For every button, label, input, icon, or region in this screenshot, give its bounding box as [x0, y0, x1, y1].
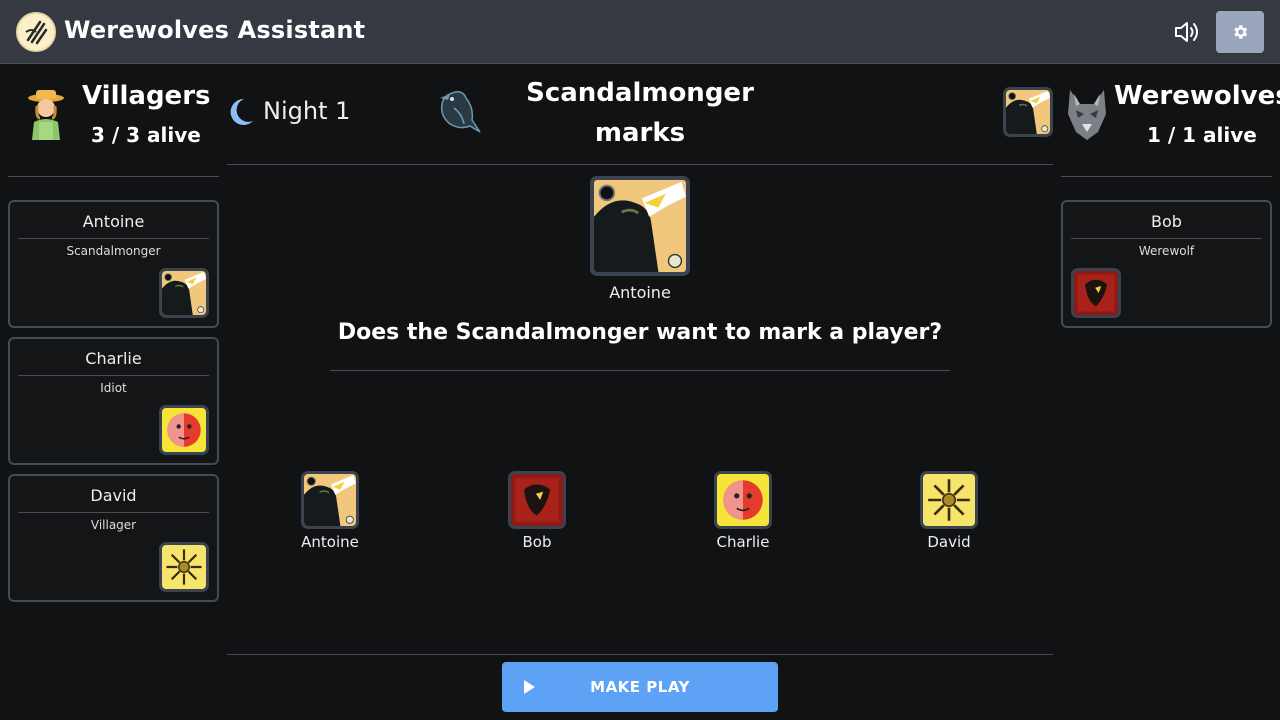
scandalmonger-card-icon [159, 268, 209, 318]
play-icon [524, 680, 535, 694]
player-card-david[interactable]: David Villager [8, 474, 219, 602]
choice-label: Charlie [716, 533, 770, 551]
current-role-card-icon [1003, 87, 1053, 137]
player-role: Werewolf [1138, 244, 1195, 258]
villager-card-icon [920, 471, 978, 529]
player-name: Bob [1151, 212, 1182, 231]
player-name: Antoine [82, 212, 145, 231]
idiot-card-icon [159, 405, 209, 455]
make-play-button[interactable]: MAKE PLAY [502, 662, 778, 712]
player-card-divider [18, 238, 209, 239]
footer-divider [227, 654, 1053, 655]
villager-card-icon [159, 542, 209, 592]
player-role: Scandalmonger [66, 244, 161, 258]
player-role: Villager [90, 518, 137, 532]
night-counter: Night 1 [263, 97, 351, 125]
choice-label: Antoine [301, 533, 359, 551]
player-card-divider [18, 375, 209, 376]
make-play-label: MAKE PLAY [590, 678, 690, 696]
villagers-title: Villagers [82, 81, 211, 111]
acting-player-card-icon [590, 176, 690, 276]
player-card-bob[interactable]: Bob Werewolf [1061, 200, 1272, 328]
scandalmonger-card-icon [301, 471, 359, 529]
phase-header-divider [227, 164, 1053, 165]
crescent-moon-icon [230, 98, 253, 125]
gear-icon [1234, 25, 1248, 39]
werewolves-divider [1061, 176, 1272, 177]
villagers-divider [8, 176, 219, 177]
wolf-head-icon [1068, 90, 1106, 140]
target-choice-david[interactable]: David [894, 471, 1004, 551]
target-choice-bob[interactable]: Bob [482, 471, 592, 551]
app-title: Werewolves Assistant [64, 16, 366, 44]
target-choice-antoine[interactable]: Antoine [275, 471, 385, 551]
player-role: Idiot [100, 381, 127, 395]
player-card-charlie[interactable]: Charlie Idiot [8, 337, 219, 465]
phase-title-line1: Scandalmonger [526, 78, 754, 108]
werewolves-title: Werewolves [1114, 81, 1280, 111]
villagers-alive-count: 3 / 3 alive [91, 123, 201, 147]
werewolf-card-icon [508, 471, 566, 529]
player-card-divider [1071, 238, 1262, 239]
phase-question: Does the Scandalmonger want to mark a pl… [337, 320, 943, 345]
werewolves-alive-count: 1 / 1 alive [1147, 123, 1257, 147]
acting-player-name: Antoine [609, 283, 671, 302]
target-choice-charlie[interactable]: Charlie [688, 471, 798, 551]
farmer-icon [28, 90, 64, 140]
player-card-antoine[interactable]: Antoine Scandalmonger [8, 200, 219, 328]
werewolf-logo-icon[interactable] [16, 12, 56, 52]
choice-label: Bob [522, 533, 552, 551]
phase-title-line2: marks [594, 118, 686, 148]
player-name: Charlie [85, 349, 142, 368]
idiot-card-icon [714, 471, 772, 529]
sound-toggle-button[interactable] [1172, 18, 1202, 46]
werewolf-card-icon [1071, 268, 1121, 318]
choice-label: David [927, 533, 971, 551]
player-card-divider [18, 512, 209, 513]
player-name: David [90, 486, 137, 505]
phase-title: Scandalmonger marks [520, 73, 760, 153]
raven-icon [440, 91, 481, 133]
top-app-bar: Werewolves Assistant [0, 0, 1280, 64]
question-divider [330, 370, 950, 371]
speaker-volume-icon [1175, 22, 1198, 42]
settings-button[interactable] [1216, 11, 1264, 53]
